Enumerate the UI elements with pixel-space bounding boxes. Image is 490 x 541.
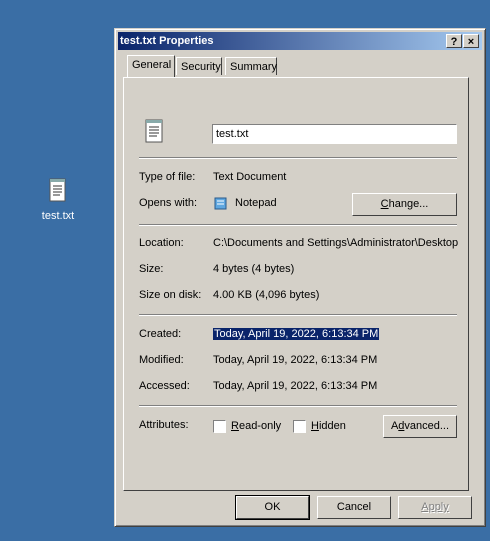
type-value: Text Document (213, 171, 287, 183)
separator (139, 157, 457, 159)
accessed-value[interactable]: Today, April 19, 2022, 6:13:34 PM (213, 380, 377, 392)
accessed-label: Accessed: (139, 380, 190, 392)
attributes-label: Attributes: (139, 419, 189, 431)
cancel-button[interactable]: Cancel (317, 496, 391, 519)
created-value[interactable]: Today, April 19, 2022, 6:13:34 PM (213, 328, 380, 340)
opens-with-label: Opens with: (139, 197, 198, 209)
type-label: Type of file: (139, 171, 196, 183)
notepad-file-icon (144, 118, 166, 149)
location-value: C:\Documents and Settings\Administrator\… (213, 237, 459, 249)
advanced-button[interactable]: Advanced... (383, 415, 457, 438)
apply-button[interactable]: Apply (398, 496, 472, 519)
desktop-icon-label: test.txt (41, 210, 75, 222)
opens-with-value: Notepad (235, 197, 277, 209)
text-file-icon (48, 178, 68, 206)
size-label: Size: (139, 263, 164, 275)
size-value: 4 bytes (4 bytes) (213, 263, 295, 275)
modified-label: Modified: (139, 354, 184, 366)
location-label: Location: (139, 237, 184, 249)
size-on-disk-value: 4.00 KB (4,096 bytes) (213, 289, 320, 301)
created-label: Created: (139, 328, 182, 340)
dialog-title: test.txt Properties (120, 35, 214, 47)
separator (139, 405, 457, 407)
properties-dialog: test.txt Properties ? × General Security… (114, 28, 486, 527)
help-button[interactable]: ? (446, 34, 462, 48)
size-on-disk-label: Size on disk: (139, 289, 202, 301)
title-bar[interactable]: test.txt Properties ? × (118, 32, 482, 50)
tab-security[interactable]: Security (176, 57, 222, 75)
close-button[interactable]: × (463, 34, 479, 48)
readonly-checkbox[interactable] (213, 420, 226, 433)
apply-label: Apply (421, 501, 449, 513)
hidden-checkbox[interactable] (293, 420, 306, 433)
filename-input[interactable]: test.txt (212, 124, 457, 144)
tab-general[interactable]: General (127, 55, 175, 77)
tab-summary[interactable]: Summary (225, 57, 277, 75)
ok-button[interactable]: OK (235, 495, 310, 520)
readonly-label[interactable]: Read-only (231, 420, 281, 432)
general-panel: test.txt Type of file: Text Document Ope… (123, 77, 469, 491)
desktop-file-test-txt[interactable]: test.txt (30, 178, 86, 222)
separator (139, 314, 457, 316)
notepad-icon (213, 195, 229, 214)
change-button[interactable]: Change... (352, 193, 457, 216)
modified-value[interactable]: Today, April 19, 2022, 6:13:34 PM (213, 354, 377, 366)
created-value-text[interactable]: Today, April 19, 2022, 6:13:34 PM (213, 328, 380, 340)
separator (139, 224, 457, 226)
hidden-label[interactable]: Hidden (311, 420, 346, 432)
